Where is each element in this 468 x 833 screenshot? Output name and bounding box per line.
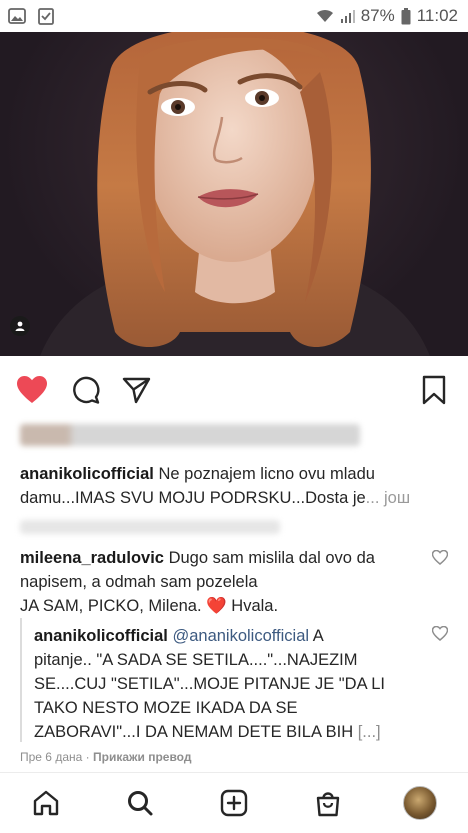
bottom-navigation [0,772,468,833]
share-icon[interactable] [120,374,152,406]
bookmark-icon[interactable] [418,374,450,406]
comment-icon[interactable] [70,374,102,406]
clock: 11:02 [416,6,458,25]
home-icon[interactable] [28,785,64,821]
comment-text-line3: JA SAM, PICKO, Milena. [20,597,202,615]
comment-text-after: Hvala. [231,597,279,615]
heart-emoji: ❤️ [206,597,227,615]
reply-like-heart-icon[interactable] [431,625,449,642]
reply-username[interactable]: ananikolicofficial [34,627,168,645]
meta-separator: · [85,750,90,764]
reply-text-line5: ZABORAVI"...I DA NEMAM DETE BILA BIH [34,723,354,741]
status-right: 87% 11:02 [315,6,458,26]
task-notification-icon [38,7,54,25]
post-meta: Пре 6 дана · Прикажи превод [20,750,191,764]
show-translation-link[interactable]: Прикажи превод [93,750,192,764]
reply-ellipsis[interactable]: [...] [358,723,381,741]
status-left [8,7,54,25]
reply-text-line2: pitanje.. "A SADA SE SETILA...."...NAJEZ… [34,651,358,669]
heart-icon[interactable] [16,374,48,406]
post-caption: ananikolicofficial Ne poznajem licno ovu… [20,462,440,510]
reply-text-line3: SE....CUJ "SETILA"...MOJE PITANJE JE "DA… [34,675,386,693]
battery-icon [401,7,411,25]
reply-text-line4: TAKO NESTO MOZE IKADA DA SE [34,699,298,717]
wifi-icon [315,8,335,24]
caption-username[interactable]: ananikolicofficial [20,465,154,483]
status-bar: 87% 11:02 [0,0,468,32]
signal-icon [340,9,355,23]
reply-item: ananikolicofficial @ananikolicofficial A… [34,624,424,744]
likes-summary-blurred [20,424,360,446]
comment-text-line1: Dugo sam mislila dal ovo da [168,549,375,567]
comment-item: mileena_radulovic Dugo sam mislila dal o… [20,546,430,618]
comment-username[interactable]: mileena_radulovic [20,549,164,567]
avatar [403,786,437,820]
post-photo[interactable] [0,32,468,356]
comment-text-line2: napisem, a odmah sam pozelela [20,573,258,591]
shopping-bag-icon[interactable] [310,785,346,821]
reply-thread-line [20,618,22,742]
post-action-bar [0,366,468,412]
reply-text-first: A [312,627,324,645]
gallery-notification-icon [8,8,26,24]
post-time-ago: Пре 6 дана [20,750,83,764]
comment-like-heart-icon[interactable] [431,549,449,566]
search-icon[interactable] [122,785,158,821]
tagged-user-icon[interactable] [10,316,30,336]
plus-square-icon[interactable] [216,785,252,821]
portrait-illustration [40,32,430,356]
caption-more-link[interactable]: ... још [366,489,410,507]
profile-avatar[interactable] [402,785,438,821]
reply-mention[interactable]: @ananikolicofficial [172,627,309,645]
battery-percent: 87% [360,6,395,25]
view-comments-blurred [20,520,280,534]
